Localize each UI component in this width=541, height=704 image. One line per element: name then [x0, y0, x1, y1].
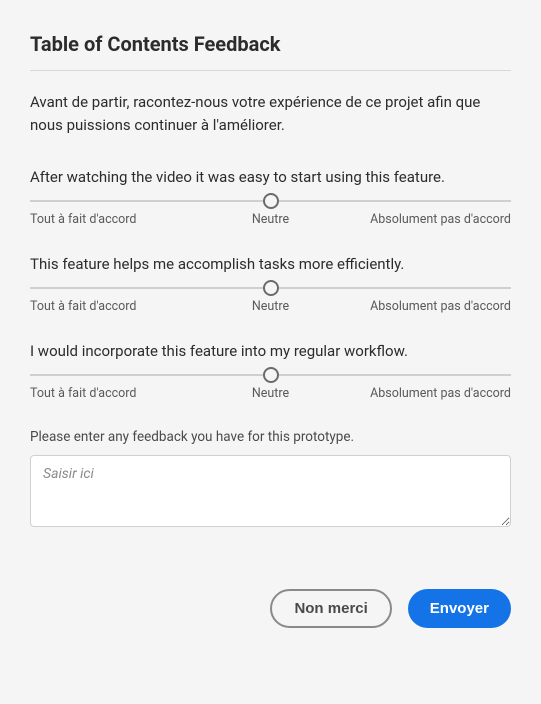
question-text: After watching the video it was easy to …: [30, 168, 511, 186]
intro-text: Avant de partir, racontez-nous votre exp…: [30, 91, 511, 136]
question-text: This feature helps me accomplish tasks m…: [30, 255, 511, 273]
slider-label-right: Absolument pas d'accord: [351, 386, 511, 401]
slider-handle[interactable]: [263, 280, 279, 296]
slider-label-left: Tout à fait d'accord: [30, 299, 190, 314]
slider-label-left: Tout à fait d'accord: [30, 212, 190, 227]
feedback-label: Please enter any feedback you have for t…: [30, 429, 511, 445]
slider[interactable]: [30, 374, 511, 376]
slider-handle[interactable]: [263, 367, 279, 383]
slider-label-right: Absolument pas d'accord: [351, 299, 511, 314]
slider-label-center: Neutre: [190, 386, 350, 401]
no-thanks-button[interactable]: Non merci: [270, 589, 391, 628]
slider-label-left: Tout à fait d'accord: [30, 386, 190, 401]
title-divider: [30, 70, 511, 71]
page-title: Table of Contents Feedback: [30, 32, 511, 56]
question-3: I would incorporate this feature into my…: [30, 342, 511, 401]
question-text: I would incorporate this feature into my…: [30, 342, 511, 360]
slider-label-center: Neutre: [190, 212, 350, 227]
slider-label-center: Neutre: [190, 299, 350, 314]
slider-labels: Tout à fait d'accord Neutre Absolument p…: [30, 212, 511, 227]
slider-labels: Tout à fait d'accord Neutre Absolument p…: [30, 386, 511, 401]
submit-button[interactable]: Envoyer: [408, 589, 511, 628]
question-1: After watching the video it was easy to …: [30, 168, 511, 227]
slider-labels: Tout à fait d'accord Neutre Absolument p…: [30, 299, 511, 314]
slider[interactable]: [30, 200, 511, 202]
slider[interactable]: [30, 287, 511, 289]
button-row: Non merci Envoyer: [30, 589, 511, 628]
slider-label-right: Absolument pas d'accord: [351, 212, 511, 227]
feedback-section: Please enter any feedback you have for t…: [30, 429, 511, 531]
feedback-input[interactable]: [30, 455, 511, 527]
question-2: This feature helps me accomplish tasks m…: [30, 255, 511, 314]
slider-handle[interactable]: [263, 193, 279, 209]
